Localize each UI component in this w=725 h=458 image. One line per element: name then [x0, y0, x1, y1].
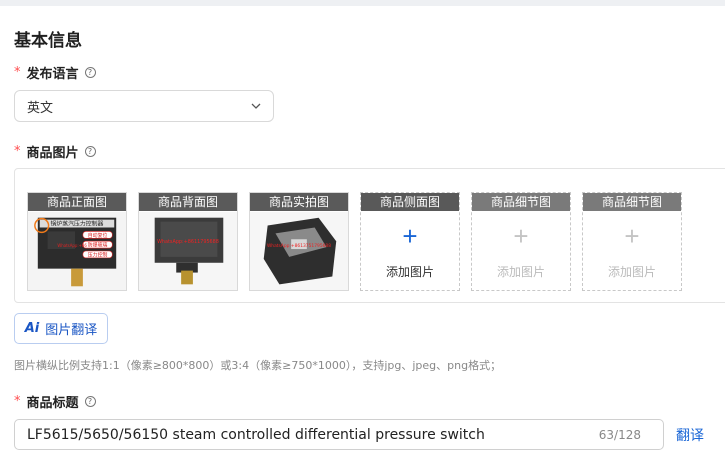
image-slot-caption: 商品正面图	[28, 193, 126, 211]
image-slot-caption: 商品实拍图	[250, 193, 348, 211]
question-circle-icon[interactable]: ?	[84, 396, 96, 407]
images-label: 商品图片	[26, 146, 79, 161]
photo-watermark: WhatsApp:+8611795688	[157, 239, 219, 245]
image-slot-detail[interactable]: 商品细节图 + 添加图片	[582, 192, 682, 291]
question-circle-icon[interactable]: ?	[84, 67, 96, 78]
product-photo-real: WhatsApp:+8613751795688	[250, 211, 348, 290]
photo-tag: 防爆玻璃	[88, 242, 108, 249]
product-title-value: LF5615/5650/56150 steam controlled diffe…	[27, 426, 485, 443]
photo-watermark: WhatsApp:+8613751795688	[267, 243, 331, 249]
image-translate-button[interactable]: Ai 图片翻译	[14, 313, 108, 344]
title-label-row: * 商品标题 ?	[14, 392, 96, 411]
required-mark: *	[14, 65, 21, 80]
title-label: 商品标题	[26, 396, 79, 411]
image-slot-back[interactable]: 商品背面图 WhatsApp:+8611795688	[138, 192, 238, 291]
language-label-row: * 发布语言 ?	[14, 63, 96, 82]
photo-overlay-text: 锅炉蒸汽压力控制器	[51, 220, 104, 228]
required-mark: *	[14, 144, 21, 159]
photo-tag: 自动复位	[88, 232, 108, 239]
language-select[interactable]: 英文	[14, 90, 274, 122]
plus-icon: +	[513, 221, 529, 251]
image-slot-caption: 商品背面图	[139, 193, 237, 211]
plus-icon: +	[624, 221, 640, 251]
photo-tag: 压力控制	[88, 251, 108, 258]
add-image-label: 添加图片	[607, 265, 656, 279]
image-slot-front[interactable]: 商品正面图 锅炉蒸汽压力控制器 自动复位 防爆玻璃 压力控制 WhatsApp:…	[27, 192, 127, 291]
section-title: 基本信息	[14, 31, 82, 51]
photo-watermark: WhatsApp:+86	[57, 243, 87, 248]
add-image-label: 添加图片	[385, 265, 434, 279]
product-photo-back: WhatsApp:+8611795688	[139, 211, 237, 290]
product-title-input[interactable]: LF5615/5650/56150 steam controlled diffe…	[14, 419, 664, 450]
images-label-row: * 商品图片 ?	[14, 142, 96, 161]
image-slot-caption: 商品细节图	[583, 193, 681, 211]
image-slot-caption: 商品侧面图	[361, 193, 459, 211]
title-translate-link[interactable]: 翻译	[676, 425, 704, 445]
image-format-hint: 图片横纵比例支持1:1（像素≥800*800）或3:4（像素≥750*1000）…	[14, 359, 502, 372]
product-photo-front: 锅炉蒸汽压力控制器 自动复位 防爆玻璃 压力控制 WhatsApp:+86	[28, 211, 126, 290]
top-divider	[0, 0, 725, 6]
language-select-value: 英文	[27, 100, 54, 116]
question-circle-icon[interactable]: ?	[84, 146, 96, 157]
image-translate-label: 图片翻译	[45, 323, 98, 338]
image-slot-detail[interactable]: 商品细节图 + 添加图片	[471, 192, 571, 291]
chevron-down-icon	[251, 103, 261, 109]
language-label: 发布语言	[26, 67, 79, 82]
required-mark: *	[14, 394, 21, 409]
char-counter: 63/128	[598, 427, 641, 442]
plus-icon: +	[402, 221, 418, 251]
image-slot-side[interactable]: 商品侧面图 + 添加图片	[360, 192, 460, 291]
add-image-label: 添加图片	[496, 265, 545, 279]
ai-icon: Ai	[24, 321, 40, 336]
image-slot-caption: 商品细节图	[472, 193, 570, 211]
image-slot-real-shot[interactable]: 商品实拍图 WhatsApp:+8613751795688	[249, 192, 349, 291]
